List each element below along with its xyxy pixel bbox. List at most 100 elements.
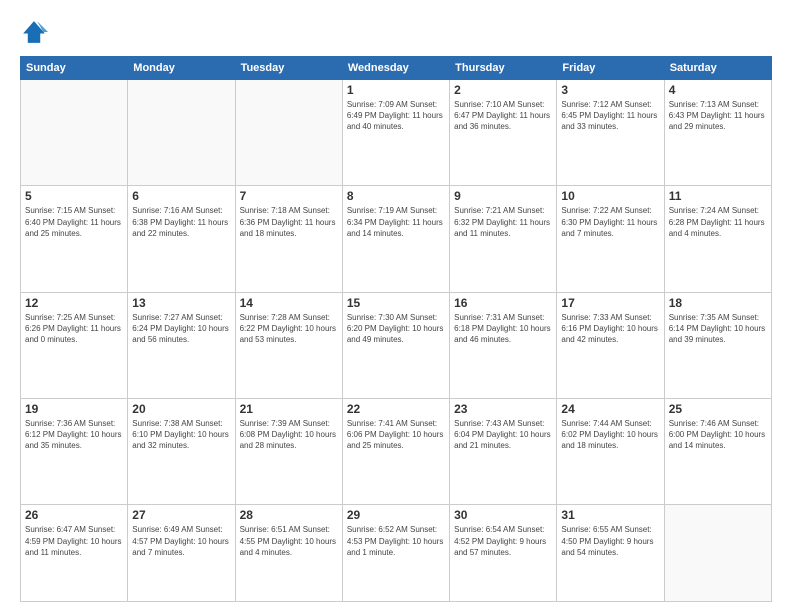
week-row-3: 12 Sunrise: 7:25 AM Sunset: 6:26 PM Dayli… [21, 292, 772, 398]
calendar-cell [128, 80, 235, 186]
calendar-cell: 20Sunrise: 7:38 AM Sunset: 6:10 PM Dayli… [128, 398, 235, 504]
weekday-header-tuesday: Tuesday [235, 57, 342, 80]
day-info: Sunrise: 7:39 AM Sunset: 6:08 PM Dayligh… [240, 418, 338, 452]
weekday-header-saturday: Saturday [664, 57, 771, 80]
day-number: 18 [669, 296, 767, 310]
day-info: Sunrise: 7:41 AM Sunset: 6:06 PM Dayligh… [347, 418, 445, 452]
day-number: 26 [25, 508, 123, 522]
week-row-4: 19 Sunrise: 7:36 AM Sunset: 6:12 PM Dayli… [21, 398, 772, 504]
calendar-cell: 8 Sunrise: 7:19 AM Sunset: 6:34 PM Daylig… [342, 186, 449, 292]
day-number: 13 [132, 296, 230, 310]
calendar-cell: 28Sunrise: 6:51 AM Sunset: 4:55 PM Dayli… [235, 505, 342, 602]
day-number: 22 [347, 402, 445, 416]
day-number: 8 [347, 189, 445, 203]
day-info: Sunrise: 7:13 AM Sunset: 6:43 PM Dayligh… [669, 99, 767, 133]
calendar-cell: 9 Sunrise: 7:21 AM Sunset: 6:32 PM Daylig… [450, 186, 557, 292]
day-number: 17 [561, 296, 659, 310]
weekday-header-wednesday: Wednesday [342, 57, 449, 80]
day-number: 31 [561, 508, 659, 522]
day-info: Sunrise: 7:30 AM Sunset: 6:20 PM Dayligh… [347, 312, 445, 346]
day-info: Sunrise: 6:47 AM Sunset: 4:59 PM Dayligh… [25, 524, 123, 558]
day-number: 14 [240, 296, 338, 310]
day-info: Sunrise: 7:31 AM Sunset: 6:18 PM Dayligh… [454, 312, 552, 346]
calendar-cell: 30 Sunrise: 6:54 AM Sunset: 4:52 PM Dayli… [450, 505, 557, 602]
calendar-cell: 14 Sunrise: 7:28 AM Sunset: 6:22 PM Dayli… [235, 292, 342, 398]
calendar-cell: 17 Sunrise: 7:33 AM Sunset: 6:16 PM Dayli… [557, 292, 664, 398]
calendar-cell: 31 Sunrise: 6:55 AM Sunset: 4:50 PM Dayli… [557, 505, 664, 602]
week-row-2: 5 Sunrise: 7:15 AM Sunset: 6:40 PM Daylig… [21, 186, 772, 292]
day-number: 21 [240, 402, 338, 416]
calendar-cell [664, 505, 771, 602]
day-info: Sunrise: 7:10 AM Sunset: 6:47 PM Dayligh… [454, 99, 552, 133]
logo-icon [20, 18, 48, 46]
day-number: 30 [454, 508, 552, 522]
day-number: 9 [454, 189, 552, 203]
day-number: 6 [132, 189, 230, 203]
calendar-cell: 10Sunrise: 7:22 AM Sunset: 6:30 PM Dayli… [557, 186, 664, 292]
day-info: Sunrise: 7:09 AM Sunset: 6:49 PM Dayligh… [347, 99, 445, 133]
day-info: Sunrise: 7:24 AM Sunset: 6:28 PM Dayligh… [669, 205, 767, 239]
logo [20, 18, 52, 46]
calendar-cell: 23 Sunrise: 7:43 AM Sunset: 6:04 PM Dayli… [450, 398, 557, 504]
weekday-header-row: SundayMondayTuesdayWednesdayThursdayFrid… [21, 57, 772, 80]
day-number: 15 [347, 296, 445, 310]
day-info: Sunrise: 6:54 AM Sunset: 4:52 PM Dayligh… [454, 524, 552, 558]
day-info: Sunrise: 7:27 AM Sunset: 6:24 PM Dayligh… [132, 312, 230, 346]
calendar-cell: 12 Sunrise: 7:25 AM Sunset: 6:26 PM Dayli… [21, 292, 128, 398]
day-info: Sunrise: 7:16 AM Sunset: 6:38 PM Dayligh… [132, 205, 230, 239]
day-info: Sunrise: 7:36 AM Sunset: 6:12 PM Dayligh… [25, 418, 123, 452]
day-info: Sunrise: 7:12 AM Sunset: 6:45 PM Dayligh… [561, 99, 659, 133]
weekday-header-sunday: Sunday [21, 57, 128, 80]
day-number: 29 [347, 508, 445, 522]
calendar-cell: 11Sunrise: 7:24 AM Sunset: 6:28 PM Dayli… [664, 186, 771, 292]
day-number: 12 [25, 296, 123, 310]
day-info: Sunrise: 7:25 AM Sunset: 6:26 PM Dayligh… [25, 312, 123, 346]
day-number: 20 [132, 402, 230, 416]
calendar-cell: 1 Sunrise: 7:09 AM Sunset: 6:49 PM Daylig… [342, 80, 449, 186]
day-number: 27 [132, 508, 230, 522]
day-info: Sunrise: 7:28 AM Sunset: 6:22 PM Dayligh… [240, 312, 338, 346]
day-info: Sunrise: 6:49 AM Sunset: 4:57 PM Dayligh… [132, 524, 230, 558]
calendar-cell: 19 Sunrise: 7:36 AM Sunset: 6:12 PM Dayli… [21, 398, 128, 504]
calendar-cell: 6 Sunrise: 7:16 AM Sunset: 6:38 PM Daylig… [128, 186, 235, 292]
day-number: 2 [454, 83, 552, 97]
calendar-cell: 4Sunrise: 7:13 AM Sunset: 6:43 PM Daylig… [664, 80, 771, 186]
day-number: 25 [669, 402, 767, 416]
day-info: Sunrise: 7:43 AM Sunset: 6:04 PM Dayligh… [454, 418, 552, 452]
week-row-5: 26 Sunrise: 6:47 AM Sunset: 4:59 PM Dayli… [21, 505, 772, 602]
calendar-cell [235, 80, 342, 186]
day-info: Sunrise: 7:19 AM Sunset: 6:34 PM Dayligh… [347, 205, 445, 239]
calendar-cell: 2 Sunrise: 7:10 AM Sunset: 6:47 PM Daylig… [450, 80, 557, 186]
calendar-table: SundayMondayTuesdayWednesdayThursdayFrid… [20, 56, 772, 602]
weekday-header-monday: Monday [128, 57, 235, 80]
day-info: Sunrise: 6:51 AM Sunset: 4:55 PM Dayligh… [240, 524, 338, 558]
day-number: 24 [561, 402, 659, 416]
calendar-cell: 16Sunrise: 7:31 AM Sunset: 6:18 PM Dayli… [450, 292, 557, 398]
day-info: Sunrise: 6:52 AM Sunset: 4:53 PM Dayligh… [347, 524, 445, 558]
day-number: 19 [25, 402, 123, 416]
day-info: Sunrise: 7:21 AM Sunset: 6:32 PM Dayligh… [454, 205, 552, 239]
calendar-cell: 13 Sunrise: 7:27 AM Sunset: 6:24 PM Dayli… [128, 292, 235, 398]
day-info: Sunrise: 7:46 AM Sunset: 6:00 PM Dayligh… [669, 418, 767, 452]
calendar-cell: 27 Sunrise: 6:49 AM Sunset: 4:57 PM Dayli… [128, 505, 235, 602]
page: SundayMondayTuesdayWednesdayThursdayFrid… [0, 0, 792, 612]
day-info: Sunrise: 7:33 AM Sunset: 6:16 PM Dayligh… [561, 312, 659, 346]
day-number: 5 [25, 189, 123, 203]
day-number: 23 [454, 402, 552, 416]
calendar-cell: 5 Sunrise: 7:15 AM Sunset: 6:40 PM Daylig… [21, 186, 128, 292]
calendar-cell: 15 Sunrise: 7:30 AM Sunset: 6:20 PM Dayli… [342, 292, 449, 398]
calendar-cell: 21 Sunrise: 7:39 AM Sunset: 6:08 PM Dayli… [235, 398, 342, 504]
day-number: 7 [240, 189, 338, 203]
calendar-cell: 29 Sunrise: 6:52 AM Sunset: 4:53 PM Dayli… [342, 505, 449, 602]
calendar-cell: 22 Sunrise: 7:41 AM Sunset: 6:06 PM Dayli… [342, 398, 449, 504]
week-row-1: 1 Sunrise: 7:09 AM Sunset: 6:49 PM Daylig… [21, 80, 772, 186]
day-info: Sunrise: 7:18 AM Sunset: 6:36 PM Dayligh… [240, 205, 338, 239]
day-info: Sunrise: 7:22 AM Sunset: 6:30 PM Dayligh… [561, 205, 659, 239]
day-info: Sunrise: 6:55 AM Sunset: 4:50 PM Dayligh… [561, 524, 659, 558]
day-info: Sunrise: 7:15 AM Sunset: 6:40 PM Dayligh… [25, 205, 123, 239]
calendar-cell: 7 Sunrise: 7:18 AM Sunset: 6:36 PM Daylig… [235, 186, 342, 292]
day-number: 3 [561, 83, 659, 97]
calendar-cell: 26 Sunrise: 6:47 AM Sunset: 4:59 PM Dayli… [21, 505, 128, 602]
day-number: 1 [347, 83, 445, 97]
calendar-cell: 24Sunrise: 7:44 AM Sunset: 6:02 PM Dayli… [557, 398, 664, 504]
